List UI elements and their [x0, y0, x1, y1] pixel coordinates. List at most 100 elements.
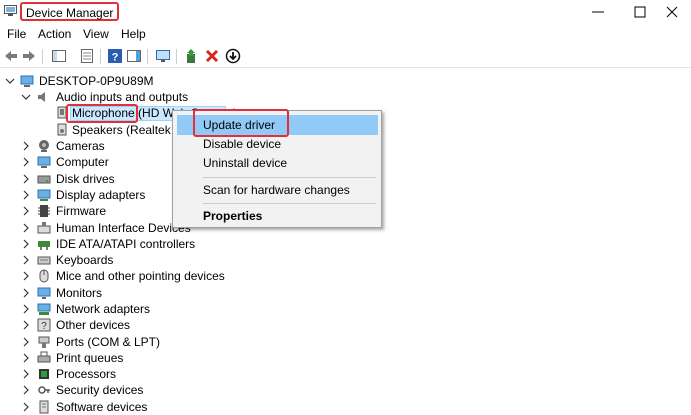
- close-icon: [666, 6, 678, 18]
- action-pane-icon[interactable]: [126, 48, 142, 64]
- menu-action[interactable]: Action: [38, 27, 71, 41]
- chevron-right-icon[interactable]: [21, 206, 31, 216]
- minimize-button[interactable]: [578, 0, 618, 24]
- chevron-right-icon[interactable]: [21, 385, 31, 395]
- chevron-right-icon[interactable]: [21, 320, 31, 330]
- svg-text:?: ?: [41, 321, 47, 332]
- forward-arrow-icon[interactable]: [21, 48, 37, 64]
- category-label: Cameras: [56, 139, 105, 153]
- chevron-right-icon[interactable]: [21, 157, 31, 167]
- show-hide-console-tree-icon[interactable]: [51, 48, 67, 64]
- toolbar: ?: [0, 45, 691, 68]
- close-button[interactable]: [652, 0, 691, 24]
- chevron-right-icon[interactable]: [21, 288, 31, 298]
- tree-category-other[interactable]: ? Other devices: [0, 317, 300, 333]
- category-label: Network adapters: [56, 302, 151, 316]
- monitor-scan-icon[interactable]: [155, 48, 171, 64]
- context-uninstall-device[interactable]: Uninstall device: [177, 153, 378, 173]
- port-icon: [38, 336, 50, 348]
- mouse-icon: [39, 269, 49, 283]
- tree-category-monitors[interactable]: Monitors: [0, 285, 300, 301]
- category-label: Computer: [56, 155, 109, 169]
- device-manager-icon: [4, 5, 17, 16]
- context-scan-hardware[interactable]: Scan for hardware changes: [177, 180, 378, 200]
- processor-icon: [39, 369, 49, 379]
- keyboard-icon: [37, 256, 51, 265]
- tree-root[interactable]: DESKTOP-0P9U89M: [0, 73, 300, 89]
- update-driver-highlight-box: [193, 109, 289, 137]
- svg-text:?: ?: [112, 52, 119, 64]
- menu-view[interactable]: View: [83, 27, 109, 41]
- chevron-right-icon[interactable]: [21, 337, 31, 347]
- chevron-down-icon[interactable]: [5, 76, 15, 86]
- category-label: Audio inputs and outputs: [56, 90, 189, 104]
- chevron-right-icon[interactable]: [21, 174, 31, 184]
- chevron-right-icon[interactable]: [21, 271, 31, 281]
- chevron-right-icon[interactable]: [21, 255, 31, 265]
- help-icon[interactable]: ?: [107, 48, 123, 64]
- back-arrow-icon[interactable]: [3, 48, 19, 64]
- category-label: Display adapters: [56, 188, 146, 202]
- unknown-device-icon: ?: [37, 318, 51, 332]
- chevron-right-icon[interactable]: [21, 223, 31, 233]
- context-separator: [203, 177, 376, 178]
- chevron-right-icon[interactable]: [21, 141, 31, 151]
- title-bar: Device Manager: [0, 0, 691, 24]
- category-label: Human Interface Devices: [56, 221, 191, 235]
- chevron-down-icon[interactable]: [21, 92, 31, 102]
- maximize-icon: [634, 6, 646, 18]
- security-key-icon: [38, 386, 50, 394]
- context-properties[interactable]: Properties: [177, 206, 378, 226]
- tree-category-mice[interactable]: Mice and other pointing devices: [0, 268, 300, 284]
- display-adapter-icon: [37, 189, 51, 201]
- tree-category-print-queues[interactable]: Print queues: [0, 350, 300, 366]
- tree-category-security[interactable]: Security devices: [0, 382, 300, 398]
- uninstall-x-icon[interactable]: [204, 48, 220, 64]
- network-adapter-icon: [37, 303, 51, 315]
- chevron-right-icon[interactable]: [21, 402, 31, 412]
- category-label: Security devices: [56, 383, 144, 397]
- download-circle-icon[interactable]: [225, 48, 241, 64]
- root-label: DESKTOP-0P9U89M: [39, 74, 154, 88]
- context-separator: [203, 203, 376, 204]
- tree-category-ide[interactable]: IDE ATA/ATAPI controllers: [0, 236, 300, 252]
- category-label: Mice and other pointing devices: [56, 269, 225, 283]
- camera-icon: [39, 140, 49, 152]
- disk-drive-icon: [37, 175, 51, 184]
- firmware-chip-icon: [38, 205, 50, 217]
- software-device-icon: [39, 400, 49, 414]
- category-label: Monitors: [56, 286, 103, 300]
- chevron-right-icon[interactable]: [21, 353, 31, 363]
- chevron-right-icon[interactable]: [21, 304, 31, 314]
- menu-help[interactable]: Help: [121, 27, 146, 41]
- computer-icon: [20, 75, 34, 87]
- monitor-icon: [37, 287, 51, 299]
- tree-category-processors[interactable]: Processors: [0, 366, 300, 382]
- tree-category-network[interactable]: Network adapters: [0, 301, 300, 317]
- category-label: Keyboards: [56, 253, 114, 267]
- chevron-right-icon[interactable]: [21, 369, 31, 379]
- update-driver-icon[interactable]: [184, 48, 200, 64]
- tree-category-ports[interactable]: Ports (COM & LPT): [0, 334, 300, 350]
- category-label: Ports (COM & LPT): [56, 335, 161, 349]
- tree-category-audio[interactable]: Audio inputs and outputs: [0, 89, 300, 105]
- microphone-highlight-box: [66, 104, 138, 123]
- context-disable-device[interactable]: Disable device: [177, 134, 378, 154]
- properties-sheet-icon[interactable]: [79, 48, 95, 64]
- menu-file[interactable]: File: [7, 27, 26, 41]
- category-label: Other devices: [56, 318, 131, 332]
- hid-icon: [37, 222, 51, 234]
- ide-controller-icon: [38, 241, 50, 250]
- tree-category-keyboards[interactable]: Keyboards: [0, 252, 300, 268]
- category-label: Disk drives: [56, 172, 115, 186]
- category-label: Processors: [56, 367, 117, 381]
- category-label: IDE ATA/ATAPI controllers: [56, 237, 196, 251]
- chevron-right-icon[interactable]: [21, 239, 31, 249]
- category-label: Firmware: [56, 204, 106, 218]
- chevron-right-icon[interactable]: [21, 190, 31, 200]
- menu-bar: File Action View Help: [0, 25, 691, 43]
- minimize-icon: [592, 11, 604, 13]
- speakers-icon: [57, 123, 67, 136]
- window-title: Device Manager: [20, 2, 120, 21]
- category-label: Print queues: [56, 351, 124, 365]
